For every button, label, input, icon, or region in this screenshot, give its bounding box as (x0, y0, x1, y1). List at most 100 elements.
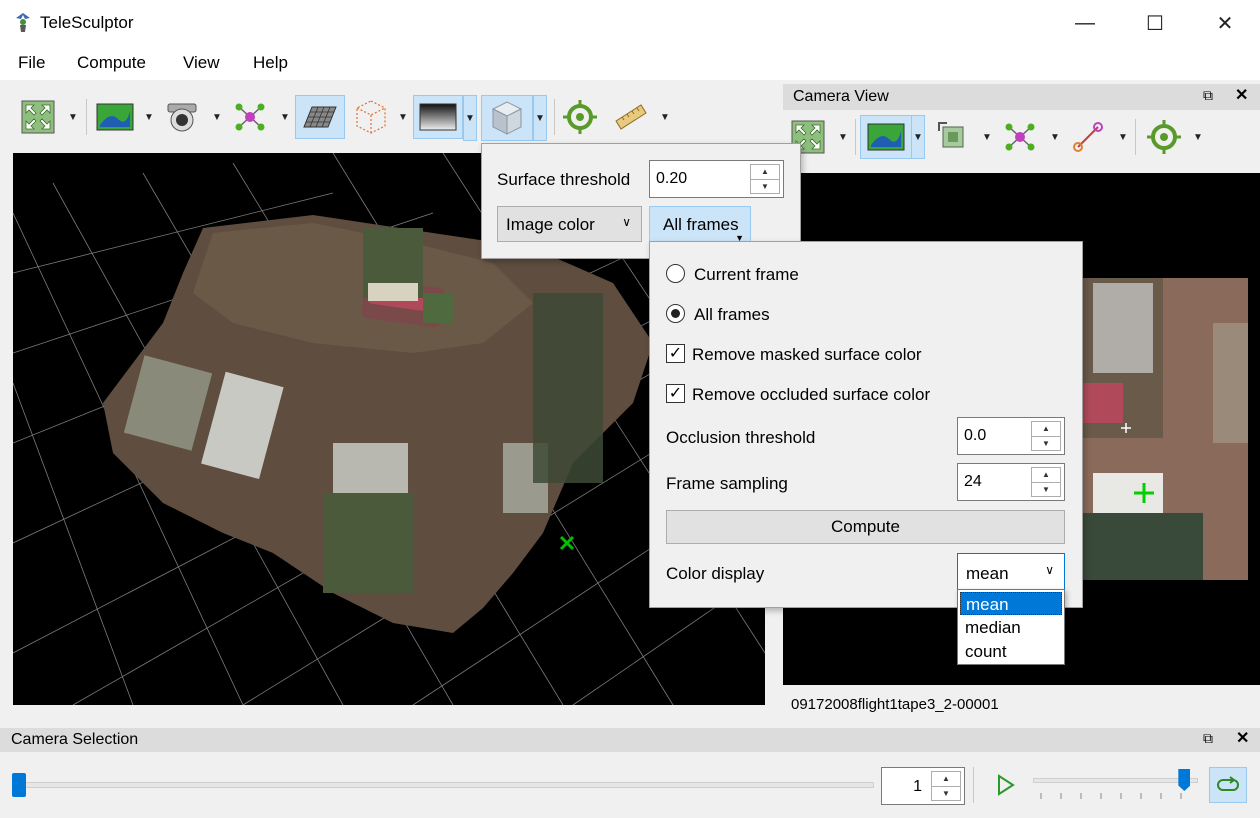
app-logo-icon (12, 10, 34, 34)
spin-up-icon[interactable]: ▲ (932, 772, 960, 787)
frame-name-label: 09172008flight1tape3_2-00001 (791, 696, 999, 713)
color-display-value: mean (966, 564, 1009, 583)
speed-slider[interactable] (1033, 767, 1198, 803)
reset-view-dropdown-icon[interactable]: ▼ (836, 115, 850, 159)
color-mode-combo[interactable]: Image color ∨ (497, 206, 642, 242)
spin-down-icon[interactable]: ▼ (1032, 437, 1060, 451)
menu-compute[interactable]: Compute (77, 53, 146, 73)
crop-dropdown-icon[interactable]: ▼ (980, 115, 994, 159)
landmarks-dropdown-icon[interactable]: ▼ (1048, 115, 1062, 159)
occlusion-threshold-value: 0.0 (964, 427, 987, 444)
imagery-dropdown-icon[interactable]: ▼ (142, 95, 156, 139)
speed-slider-ticks (1040, 793, 1182, 799)
imagery-dropdown-icon[interactable]: ▼ (911, 115, 925, 159)
remove-occluded-checkbox[interactable]: ✓ (666, 384, 685, 403)
surface-icon[interactable] (481, 95, 533, 141)
remove-occluded-label: Remove occluded surface color (692, 385, 931, 404)
frame-slider-track (12, 782, 874, 788)
all-frames-radio[interactable] (666, 304, 685, 323)
residuals-icon[interactable] (1066, 115, 1110, 159)
roi-box-icon[interactable] (349, 95, 393, 139)
option-mean[interactable]: mean (960, 592, 1062, 615)
world-point-dropdown-icon[interactable]: ▼ (1191, 115, 1205, 159)
spin-down-icon[interactable]: ▼ (932, 787, 960, 801)
camera-icon[interactable] (160, 95, 204, 139)
color-options-popup: Current frame All frames ✓ Remove masked… (649, 241, 1083, 608)
current-frame-label: Current frame (694, 265, 799, 284)
frame-spinbox-value: 1 (913, 778, 922, 795)
remove-masked-checkbox[interactable]: ✓ (666, 344, 685, 363)
color-display-combo[interactable]: mean ∨ (957, 553, 1065, 591)
occlusion-threshold-spinbox[interactable]: 0.0 ▲ ▼ (957, 417, 1065, 455)
menu-help[interactable]: Help (253, 53, 288, 73)
menu-file[interactable]: File (18, 53, 45, 73)
chevron-down-icon: ∨ (622, 215, 631, 229)
surface-dropdown-icon[interactable]: ▼ (533, 95, 547, 141)
reset-view-icon[interactable] (16, 95, 60, 139)
menu-view[interactable]: View (183, 53, 220, 73)
play-icon[interactable] (995, 772, 1017, 803)
surface-threshold-buttons[interactable]: ▲ ▼ (750, 164, 780, 194)
toolbar-separator (855, 119, 856, 155)
spin-up-icon[interactable]: ▲ (1032, 422, 1060, 437)
title-bar: TeleSculptor — ☐ ✕ (0, 0, 1260, 46)
speed-slider-thumb[interactable] (1178, 769, 1191, 791)
frame-slider[interactable] (12, 772, 874, 798)
residuals-dropdown-icon[interactable]: ▼ (1116, 115, 1130, 159)
imagery-icon[interactable] (93, 95, 137, 139)
float-icon[interactable]: ⧉ (1203, 730, 1213, 747)
all-frames-button[interactable]: All frames ▼ (649, 206, 751, 243)
all-frames-label: All frames (694, 305, 770, 324)
ruler-dropdown-icon[interactable]: ▼ (658, 95, 672, 139)
color-display-list: mean median count (957, 589, 1065, 665)
spin-down-icon[interactable]: ▼ (751, 180, 779, 194)
float-icon[interactable]: ⧉ (1203, 87, 1213, 104)
current-frame-radio[interactable] (666, 264, 685, 283)
camera-selection-title: Camera Selection (11, 731, 139, 748)
close-icon[interactable]: ✕ (1236, 728, 1249, 748)
all-frames-button-label: All frames (663, 215, 739, 234)
spin-up-icon[interactable]: ▲ (751, 165, 779, 180)
camera-view-title: Camera View (793, 88, 889, 105)
landmarks-icon[interactable] (228, 95, 272, 139)
frame-sampling-spinbox[interactable]: 24 ▲ ▼ (957, 463, 1065, 501)
world-point-icon[interactable] (558, 95, 602, 139)
toolbar-separator (1135, 119, 1136, 155)
surface-threshold-label: Surface threshold (497, 170, 631, 189)
option-median[interactable]: median (960, 616, 1062, 639)
spin-up-icon[interactable]: ▲ (1032, 468, 1060, 483)
remove-masked-label: Remove masked surface color (692, 345, 922, 364)
spin-down-icon[interactable]: ▼ (1032, 483, 1060, 497)
maximize-button[interactable]: ☐ (1120, 0, 1190, 46)
option-count[interactable]: count (960, 640, 1062, 663)
landmarks-dropdown-icon[interactable]: ▼ (278, 95, 292, 139)
frame-spinbox-buttons[interactable]: ▲ ▼ (931, 771, 961, 801)
camera-dropdown-icon[interactable]: ▼ (210, 95, 224, 139)
landmarks-icon[interactable] (998, 115, 1042, 159)
surface-threshold-spinbox[interactable]: 0.20 ▲ ▼ (649, 160, 784, 198)
frame-spinbox[interactable]: 1 ▲ ▼ (881, 767, 965, 805)
world-point-icon[interactable] (1142, 115, 1186, 159)
option-mean-label: mean (966, 595, 1009, 614)
loop-icon[interactable] (1209, 767, 1247, 803)
ground-plane-icon[interactable] (295, 95, 345, 139)
roi-dropdown-icon[interactable]: ▼ (396, 95, 410, 139)
minimize-button[interactable]: — (1050, 0, 1120, 46)
close-button[interactable]: ✕ (1190, 0, 1260, 46)
camera-view-header: Camera View ⧉ ✕ (783, 84, 1260, 110)
window-title: TeleSculptor (40, 13, 134, 32)
occlusion-threshold-buttons[interactable]: ▲ ▼ (1031, 421, 1061, 451)
depth-map-icon[interactable] (413, 95, 463, 139)
close-icon[interactable]: ✕ (1235, 85, 1248, 105)
toolbar-separator (86, 99, 87, 135)
ruler-icon[interactable] (609, 95, 653, 139)
crop-icon[interactable] (931, 115, 975, 159)
depth-map-dropdown-icon[interactable]: ▼ (463, 95, 477, 141)
frame-slider-thumb[interactable] (12, 773, 26, 797)
frame-sampling-buttons[interactable]: ▲ ▼ (1031, 467, 1061, 497)
toolbar-separator (973, 767, 974, 803)
compute-button[interactable]: Compute (666, 510, 1065, 544)
imagery-icon[interactable] (860, 115, 912, 159)
reset-view-dropdown-icon[interactable]: ▼ (66, 95, 80, 139)
occlusion-threshold-label: Occlusion threshold (666, 428, 816, 447)
